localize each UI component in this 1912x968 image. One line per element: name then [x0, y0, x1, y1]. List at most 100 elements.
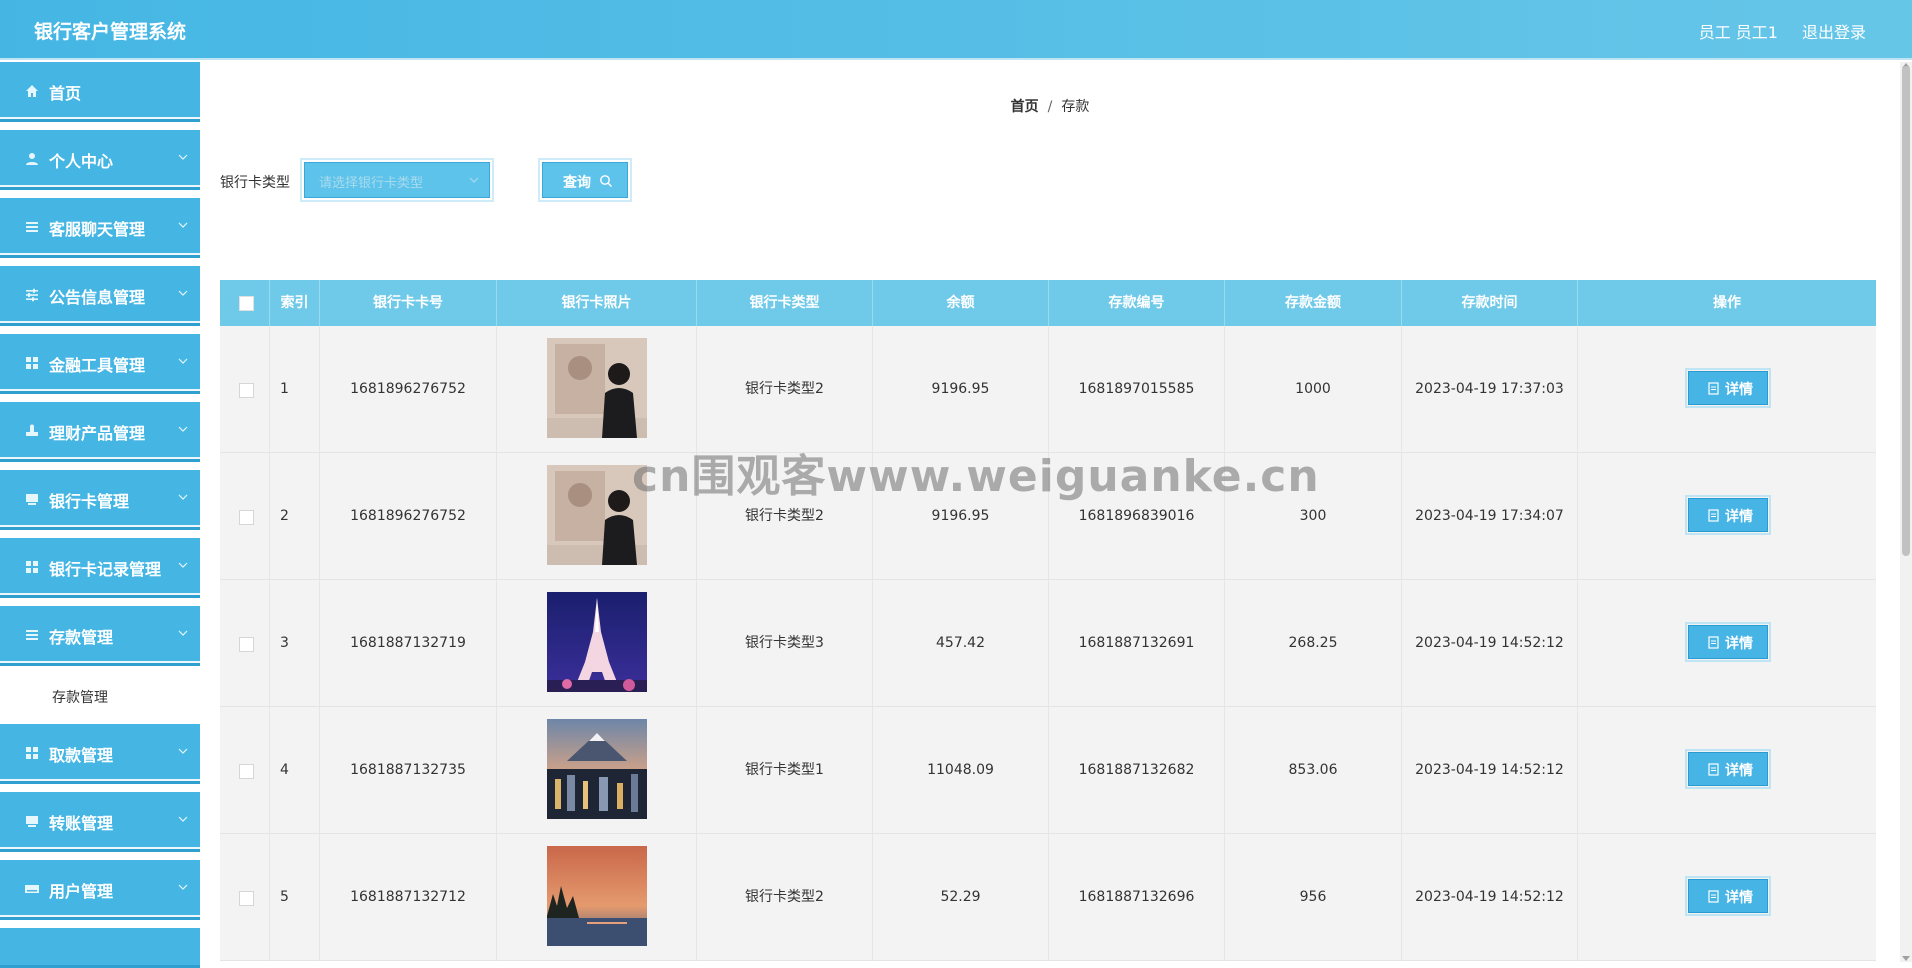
- divider: [0, 779, 200, 781]
- query-button[interactable]: 查询: [538, 158, 632, 202]
- divider: [0, 525, 200, 527]
- grid-icon: [26, 561, 38, 573]
- divider: [0, 593, 200, 595]
- row-select-cell: [220, 580, 270, 707]
- breadcrumb: 首页 / 存款: [200, 96, 1900, 116]
- divider: [0, 915, 200, 917]
- cell-actions: 详情: [1578, 707, 1876, 834]
- cell-balance: 52.29: [873, 834, 1049, 961]
- photo-person-art[interactable]: [547, 338, 647, 438]
- select-all-checkbox[interactable]: [239, 296, 254, 311]
- column-header[interactable]: 存款金额: [1225, 280, 1402, 326]
- sidebar-item-chat[interactable]: 客服聊天管理: [0, 198, 200, 258]
- sidebar-item-notice[interactable]: 公告信息管理: [0, 266, 200, 326]
- column-header[interactable]: 银行卡类型: [697, 280, 873, 326]
- chevron-down-icon: [178, 748, 188, 754]
- grid-icon: [26, 357, 38, 369]
- detail-button[interactable]: 详情: [1685, 495, 1771, 535]
- column-header[interactable]: 存款编号: [1049, 280, 1225, 326]
- chevron-down-icon: [178, 358, 188, 364]
- divider: [0, 253, 200, 255]
- sidebar-item-more[interactable]: [0, 928, 200, 968]
- cell-time: 2023-04-19 14:52:12: [1402, 580, 1578, 707]
- card-type-select[interactable]: 请选择银行卡类型: [300, 158, 494, 202]
- vertical-scrollbar[interactable]: [1900, 62, 1912, 962]
- cell-time: 2023-04-19 14:52:12: [1402, 707, 1578, 834]
- sidebar: 首页 个人中心 客服聊天管理 公告信息管理 金融工具管理 理财产品管理 银行卡管…: [0, 62, 200, 968]
- detail-button[interactable]: 详情: [1685, 749, 1771, 789]
- detail-button-label: 详情: [1725, 509, 1753, 525]
- cell-index: 5: [270, 834, 320, 961]
- sidebar-item-profile[interactable]: 个人中心: [0, 130, 200, 190]
- main-content: 首页 / 存款 银行卡类型 请选择银行卡类型 查询 索引 银行卡卡号 银行卡照片 银…: [200, 62, 1900, 962]
- sliders-icon: [26, 288, 38, 302]
- sidebar-item-deposit[interactable]: 存款管理: [0, 606, 200, 666]
- submenu-item-deposit-manage[interactable]: 存款管理: [0, 668, 200, 724]
- column-header[interactable]: 余额: [873, 280, 1049, 326]
- user-icon: [26, 153, 38, 165]
- row-select-cell: [220, 834, 270, 961]
- scrollbar-thumb[interactable]: [1902, 66, 1910, 556]
- detail-button[interactable]: 详情: [1685, 876, 1771, 916]
- cell-card-type: 银行卡类型2: [697, 326, 873, 453]
- row-checkbox[interactable]: [239, 764, 254, 779]
- detail-button[interactable]: 详情: [1685, 622, 1771, 662]
- row-checkbox[interactable]: [239, 510, 254, 525]
- detail-button-label: 详情: [1725, 382, 1753, 398]
- column-header[interactable]: 存款时间: [1402, 280, 1578, 326]
- card-type-label: 银行卡类型: [220, 175, 290, 191]
- photo-eiffel-tower[interactable]: [547, 592, 647, 692]
- cell-index: 1: [270, 326, 320, 453]
- chevron-down-icon: [178, 426, 188, 432]
- row-checkbox[interactable]: [239, 383, 254, 398]
- row-checkbox[interactable]: [239, 637, 254, 652]
- card-icon: [26, 816, 38, 827]
- sidebar-item-withdraw[interactable]: 取款管理: [0, 724, 200, 784]
- column-header[interactable]: 银行卡卡号: [320, 280, 497, 326]
- cell-time: 2023-04-19 17:34:07: [1402, 453, 1578, 580]
- top-header: 银行客户管理系统 员工 员工1 退出登录: [0, 0, 1912, 60]
- sidebar-item-transfer[interactable]: 转账管理: [0, 792, 200, 852]
- column-header[interactable]: 索引: [270, 280, 320, 326]
- detail-button[interactable]: 详情: [1685, 368, 1771, 408]
- sidebar-item-label: 客服聊天管理: [49, 220, 146, 239]
- photo-city-mountain[interactable]: [547, 719, 647, 819]
- cell-index: 2: [270, 453, 320, 580]
- divider: [0, 457, 200, 459]
- sidebar-item-home[interactable]: 首页: [0, 62, 200, 122]
- cell-card-no: 1681887132712: [320, 834, 497, 961]
- detail-button-label: 详情: [1725, 890, 1753, 906]
- logout-link[interactable]: 退出登录: [1802, 19, 1866, 43]
- cell-index: 3: [270, 580, 320, 707]
- photo-sunset-lake[interactable]: [547, 846, 647, 946]
- column-header[interactable]: 银行卡照片: [497, 280, 697, 326]
- table-row: 1 1681896276752 银行卡类型2 9196.95 168189701…: [220, 326, 1876, 453]
- table-row: 3 1681887132719 银行卡类型3 457.42 1681887132…: [220, 580, 1876, 707]
- sidebar-item-label: 首页: [49, 84, 82, 103]
- divider: [0, 847, 200, 849]
- row-checkbox[interactable]: [239, 891, 254, 906]
- detail-button-label: 详情: [1725, 763, 1753, 779]
- cell-photo: [497, 834, 697, 961]
- column-header[interactable]: 操作: [1578, 280, 1876, 326]
- sidebar-item-bank-card[interactable]: 银行卡管理: [0, 470, 200, 530]
- sidebar-item-label: 公告信息管理: [49, 288, 146, 307]
- document-icon: [1708, 382, 1719, 395]
- cell-deposit-no: 1681887132682: [1049, 707, 1225, 834]
- chevron-down-icon: [469, 177, 479, 183]
- cell-actions: 详情: [1578, 834, 1876, 961]
- sidebar-item-card-records[interactable]: 银行卡记录管理: [0, 538, 200, 598]
- chevron-down-icon: [178, 816, 188, 822]
- scroll-down-arrow-icon[interactable]: [1902, 956, 1910, 962]
- sidebar-item-wealth-products[interactable]: 理财产品管理: [0, 402, 200, 462]
- current-user: 员工 员工1: [1698, 23, 1778, 42]
- cell-deposit-no: 1681897015585: [1049, 326, 1225, 453]
- document-icon: [1708, 890, 1719, 903]
- sidebar-item-finance-tools[interactable]: 金融工具管理: [0, 334, 200, 394]
- breadcrumb-home[interactable]: 首页: [1011, 99, 1039, 115]
- home-icon: [26, 85, 38, 97]
- divider: [0, 321, 200, 323]
- sidebar-item-label: 理财产品管理: [49, 424, 146, 443]
- sidebar-item-users[interactable]: 用户管理: [0, 860, 200, 920]
- document-icon: [1708, 509, 1719, 522]
